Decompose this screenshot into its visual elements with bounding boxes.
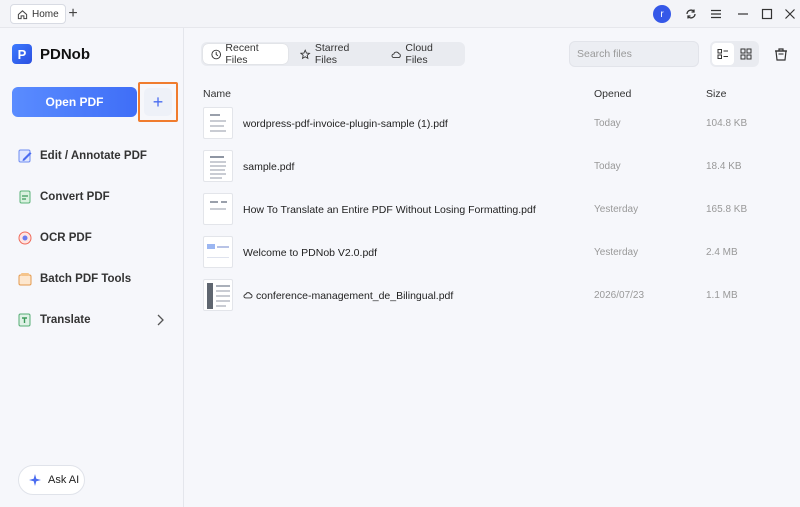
pdf-thumbnail [203,193,233,225]
convert-icon [16,188,34,206]
table-row[interactable]: wordpress-pdf-invoice-plugin-sample (1).… [201,105,781,143]
table-row[interactable]: sample.pdf Today 18.4 KB [201,148,781,186]
batch-icon [16,270,34,288]
file-opened: Yesterday [594,247,639,258]
file-opened: 2026/07/23 [594,290,645,301]
new-tab-button[interactable]: + [63,4,83,24]
grid-view-icon [740,48,752,60]
pdnob-logo-icon: P [12,44,32,64]
star-icon [300,48,311,59]
tab-cloud-files[interactable]: Cloud Files [383,42,463,66]
add-button[interactable]: + [144,88,172,116]
cloud-icon [391,51,401,58]
minimize-button[interactable] [733,4,753,24]
close-icon [785,9,795,19]
tab-label: Cloud Files [405,42,433,66]
tab-home[interactable]: Home [10,4,66,24]
file-opened: Yesterday [594,204,639,215]
tab-starred-files[interactable]: Starred Files [292,42,379,66]
list-view-icon [717,49,728,59]
file-tabs: Recent Files Starred Files Cloud Files [201,42,465,66]
file-name: wordpress-pdf-invoice-plugin-sample (1).… [243,118,448,130]
edit-icon [16,147,34,165]
clock-icon [211,49,222,59]
file-name: sample.pdf [243,161,295,173]
sidebar-item-translate[interactable]: Translate [16,308,176,332]
file-opened: Today [594,161,621,172]
cloud-icon [243,292,253,299]
recycle-bin-icon[interactable] [773,46,789,62]
sidebar-item-label: Translate [40,314,91,326]
search-input[interactable] [569,41,699,67]
hamburger-icon [711,9,721,19]
file-size: 2.4 MB [706,247,738,258]
pdf-thumbnail [203,150,233,182]
main-panel: Recent Files Starred Files Cloud Files N… [185,28,800,507]
translate-icon [16,311,34,329]
file-size: 18.4 KB [706,161,742,172]
file-opened: Today [594,118,621,129]
file-name-cell: conference-management_de_Bilingual.pdf [243,290,453,302]
sidebar-item-ocr[interactable]: OCR PDF [16,226,176,250]
title-bar: Home + r [0,0,800,28]
home-icon [17,9,28,19]
file-name: How To Translate an Entire PDF Without L… [243,204,536,216]
sidebar-item-label: OCR PDF [40,232,92,244]
open-pdf-button[interactable]: Open PDF [12,87,137,117]
sidebar: P PDNob Open PDF + Edit / Annotate PDF C… [0,28,184,507]
sidebar-item-label: Batch PDF Tools [40,273,132,285]
menu-button[interactable] [706,4,726,24]
tab-label: Recent Files [225,42,259,66]
pdf-thumbnail [203,107,233,139]
maximize-icon [761,8,773,20]
sidebar-item-convert[interactable]: Convert PDF [16,185,176,209]
file-name: conference-management_de_Bilingual.pdf [256,290,454,302]
pdf-thumbnail [203,279,233,311]
ask-ai-button[interactable]: Ask AI [18,465,85,495]
minimize-icon [738,13,748,15]
tab-recent-files[interactable]: Recent Files [203,42,289,66]
sync-button[interactable] [681,4,701,24]
table-row[interactable]: Welcome to PDNob V2.0.pdf Yesterday 2.4 … [201,234,781,272]
avatar[interactable]: r [653,5,671,23]
file-size: 104.8 KB [706,118,748,129]
tab-label: Starred Files [314,42,350,66]
list-view-button[interactable] [712,43,734,65]
ocr-icon [16,229,34,247]
table-row[interactable]: How To Translate an Entire PDF Without L… [201,191,781,229]
sidebar-item-batch[interactable]: Batch PDF Tools [16,267,176,291]
file-size: 165.8 KB [706,204,748,215]
tab-home-label: Home [32,8,59,20]
column-header-name[interactable]: Name [203,88,231,100]
grid-view-button[interactable] [736,43,758,65]
sidebar-item-label: Edit / Annotate PDF [40,150,147,162]
file-size: 1.1 MB [706,290,738,301]
column-header-opened[interactable]: Opened [594,88,631,100]
close-button[interactable] [780,4,800,24]
ask-ai-label: Ask AI [48,474,80,486]
sidebar-item-label: Convert PDF [40,191,110,203]
table-row[interactable]: conference-management_de_Bilingual.pdf 2… [201,277,781,315]
app-logo: P PDNob [12,44,90,64]
file-name: Welcome to PDNob V2.0.pdf [243,247,378,259]
sidebar-item-edit-annotate[interactable]: Edit / Annotate PDF [16,144,176,168]
maximize-button[interactable] [757,4,777,24]
pdf-thumbnail [203,236,233,268]
chevron-right-icon [157,314,164,326]
sync-icon [686,9,696,19]
sparkle-icon [29,474,41,486]
add-button-highlight: + [138,82,178,122]
view-toggle [710,41,759,67]
column-header-size[interactable]: Size [706,88,726,100]
app-name: PDNob [40,45,90,63]
